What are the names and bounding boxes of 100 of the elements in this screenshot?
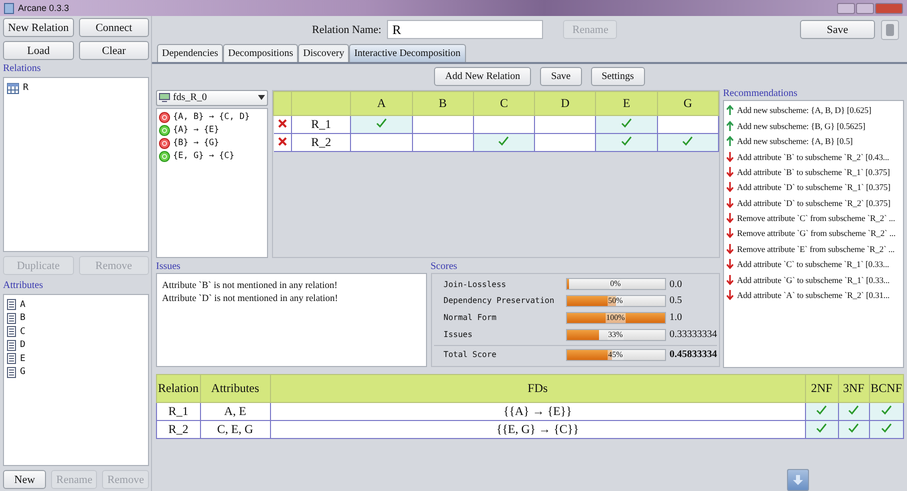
matrix-cell[interactable] (657, 133, 718, 152)
arrow-down-icon (726, 166, 734, 177)
recommendation-item[interactable]: Add attribute `B` to subscheme `R_2` [0.43... (737, 152, 890, 162)
score-value: 1.0 (670, 312, 683, 324)
check-icon (848, 423, 860, 433)
recommendation-item[interactable]: Add attribute `D` to subscheme `R_1` [0.375] (737, 182, 890, 192)
arrow-down-icon (726, 152, 734, 162)
recommendation-item[interactable]: Remove attribute `C` from subscheme `R_2` ... (737, 213, 896, 224)
clear-button[interactable]: Clear (78, 41, 149, 60)
score-label: Dependency Preservation (444, 296, 556, 306)
recommendation-item[interactable]: Remove attribute `E` from subscheme `R_2` ... (737, 244, 895, 254)
column-header: A (350, 91, 412, 116)
delete-icon[interactable] (278, 118, 287, 128)
column-header: G (657, 91, 718, 116)
column-header: 3NF (838, 374, 870, 402)
arrow-up-icon (726, 120, 734, 131)
issue-message: Attribute `B` is not mentioned in any relation! (162, 280, 338, 293)
column-header: E (596, 91, 658, 116)
fd-item[interactable]: {E, G} → {C} (173, 151, 234, 162)
recommendation-item[interactable]: Add attribute `D` to subscheme `R_2` [0.375] (737, 198, 890, 208)
matrix-cell[interactable] (350, 133, 412, 152)
recommendation-item[interactable]: Remove attribute `G` from subscheme `R_2` ... (737, 228, 896, 238)
window-title: Arcane 0.3.3 (18, 3, 70, 13)
score-label: Normal Form (444, 313, 498, 322)
column-icon (7, 312, 16, 324)
minimize-button[interactable] (837, 2, 855, 14)
add-relation-button[interactable]: Add New Relation (434, 67, 532, 86)
new-button[interactable]: New (3, 470, 46, 489)
new-relation-button[interactable]: New Relation (3, 18, 74, 37)
maximize-button[interactable] (856, 2, 874, 14)
load-button[interactable]: Load (3, 41, 74, 60)
matrix-cell[interactable] (350, 115, 412, 134)
column-header: D (534, 91, 596, 116)
check-icon (880, 423, 892, 433)
score-value: 0.45833334 (670, 349, 717, 360)
percent-label: 50% (607, 296, 624, 306)
panel-title: Scores (430, 260, 458, 273)
attribute-item[interactable]: A (20, 300, 26, 310)
recommendation-item[interactable]: Add attribute `A` to subscheme `R_2` [0.31... (737, 290, 890, 300)
table-cell: R_1 (156, 402, 200, 420)
matrix-cell[interactable] (473, 115, 535, 134)
table-cell: A, E (200, 402, 270, 420)
fd-item[interactable]: {B} → {G} (173, 138, 220, 148)
recommendation-item[interactable]: Add new subscheme: {B, G} [0.5625] (737, 120, 866, 131)
check-icon (498, 136, 510, 146)
tab[interactable]: Decompositions (223, 44, 298, 62)
connect-button[interactable]: Connect (78, 18, 149, 37)
attribute-item[interactable]: D (20, 340, 26, 350)
arrow-down-icon (726, 259, 734, 270)
check-icon (621, 136, 632, 146)
matrix-cell[interactable] (596, 133, 658, 152)
fd-item[interactable]: {A, B} → {C, D} (173, 112, 250, 122)
attribute-item[interactable]: G (20, 367, 26, 378)
tab[interactable]: Discovery (298, 44, 350, 62)
arrow-up-icon (726, 105, 734, 116)
settings-button[interactable]: Settings (590, 67, 645, 86)
close-button[interactable] (875, 2, 903, 14)
arrow-down-icon (726, 213, 734, 224)
score-value: 0.33333334 (670, 329, 717, 340)
monitor-icon (159, 93, 170, 102)
table-cell: R_2 (291, 133, 351, 152)
recommendation-item[interactable]: Add attribute `B` to subscheme `R_1` [0.375] (737, 166, 890, 177)
delete-icon[interactable] (278, 136, 287, 146)
matrix-cell[interactable] (534, 133, 596, 152)
column-header: BCNF (869, 374, 904, 402)
recommendation-item[interactable]: Add new subscheme: {A, B} [0.5] (737, 136, 853, 146)
recommendation-item[interactable]: Add new subscheme: {A, B, D} [0.625] (737, 105, 872, 116)
matrix-cell[interactable] (473, 133, 535, 152)
fd-item[interactable]: {A} → {E} (173, 125, 220, 136)
matrix-cell[interactable] (412, 115, 474, 134)
save-button[interactable]: Save (800, 20, 875, 40)
attribute-item[interactable]: B (20, 313, 26, 324)
download-button[interactable] (787, 469, 809, 491)
column-header: C (473, 91, 535, 116)
check-icon (816, 423, 828, 433)
attribute-item[interactable]: C (20, 326, 26, 337)
matrix-cell[interactable] (412, 133, 474, 152)
matrix-cell[interactable] (596, 115, 658, 134)
check-icon (376, 118, 387, 128)
column-header: Attributes (200, 374, 270, 402)
save-button[interactable]: Save (540, 67, 582, 86)
relation-name-field[interactable]: R (387, 20, 544, 40)
relation-item[interactable]: R (23, 83, 28, 93)
table-cell: R_1 (291, 115, 351, 134)
recommendation-item[interactable]: Add attribute `G` to subscheme `R_1` [0.33... (737, 274, 890, 285)
check-icon (682, 136, 694, 146)
table-cell: R_2 (156, 420, 200, 438)
dropdown-arrow-icon (258, 95, 265, 100)
column-header: FDs (270, 374, 806, 402)
issue-message: Attribute `D` is not mentioned in any relation! (162, 292, 339, 306)
matrix-cell[interactable] (657, 115, 718, 134)
attribute-item[interactable]: E (20, 354, 26, 364)
fd-set-dropdown[interactable]: fds_R_0 (156, 90, 268, 106)
tab[interactable]: Dependencies (157, 44, 224, 62)
matrix-cell[interactable] (534, 115, 596, 134)
recommendation-item[interactable]: Add attribute `C` to subscheme `R_1` [0.33... (737, 259, 890, 270)
score-label: Total Score (444, 350, 498, 360)
tab[interactable]: Interactive Decomposition (349, 44, 466, 62)
table-cell: {{E, G} → {C}} (270, 420, 806, 438)
table-icon (7, 82, 19, 94)
